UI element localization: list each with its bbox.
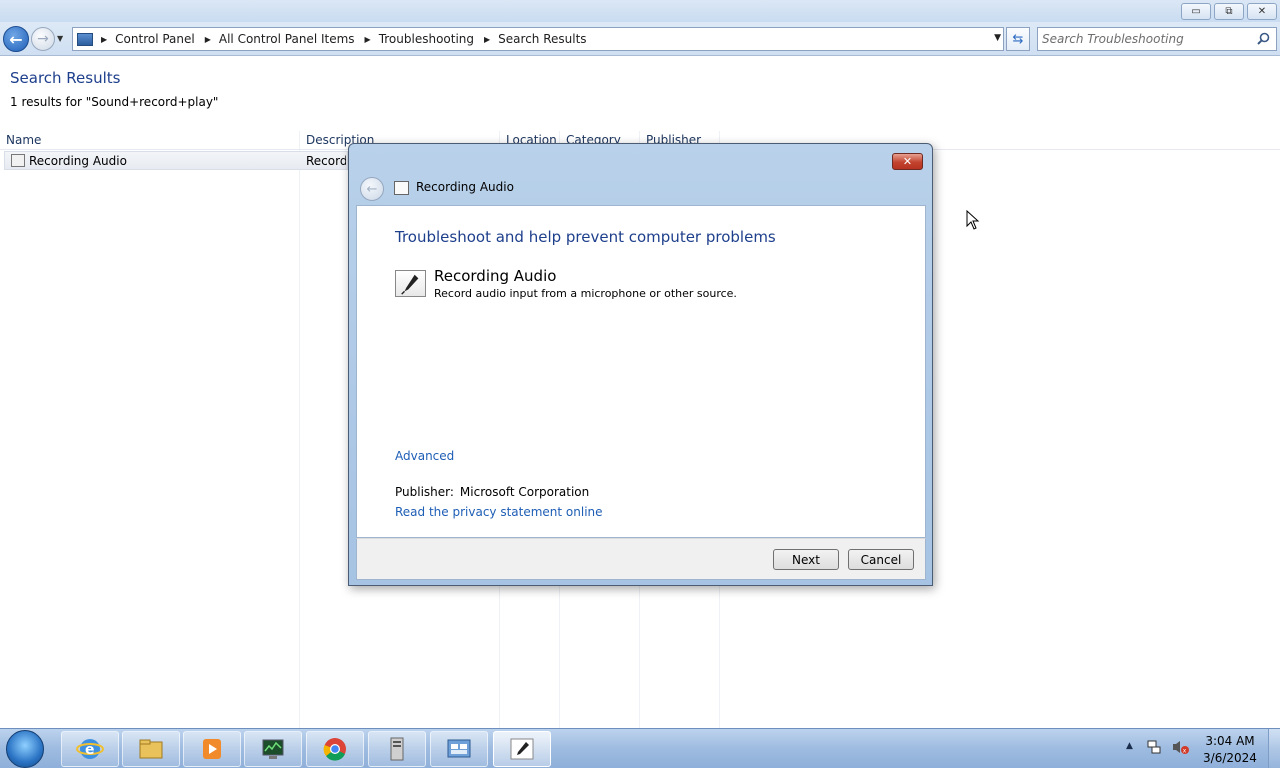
- show-hidden-icons-button[interactable]: ▲: [1126, 741, 1133, 751]
- troubleshooter-title: Recording Audio: [434, 267, 557, 285]
- address-toolbar: ← → ▼ ▶ Control Panel ▶ All Control Pane…: [0, 22, 1280, 56]
- row-name: Recording Audio: [29, 154, 127, 168]
- publisher-label: Publisher:: [395, 485, 454, 499]
- chevron-right-icon[interactable]: ▶: [365, 35, 371, 44]
- media-player-icon: [203, 739, 221, 759]
- taskbar-server-manager[interactable]: [368, 731, 426, 767]
- server-icon: [390, 737, 404, 761]
- chevron-down-icon: ▼: [57, 34, 64, 43]
- cancel-button[interactable]: Cancel: [848, 549, 914, 570]
- mouse-cursor-icon: [966, 210, 980, 230]
- restore-icon: ⧉: [1225, 6, 1233, 17]
- microphone-icon: [510, 738, 534, 760]
- breadcrumb-search-results[interactable]: Search Results: [498, 32, 586, 46]
- window-title-bar: ▭ ⧉ ✕: [0, 0, 1280, 22]
- column-header-name[interactable]: Name: [6, 133, 41, 147]
- page-title: Search Results: [10, 69, 121, 87]
- minimize-icon: ▭: [1191, 6, 1201, 17]
- address-field[interactable]: ▶ Control Panel ▶ All Control Panel Item…: [72, 27, 1004, 51]
- row-description: Record audio input from a microphone or …: [306, 154, 346, 168]
- dialog-back-button[interactable]: ←: [360, 177, 384, 201]
- monitor-icon: [262, 739, 284, 759]
- recent-pages-button[interactable]: ▼: [57, 34, 67, 44]
- search-box[interactable]: [1037, 27, 1277, 51]
- dialog-heading: Troubleshoot and help prevent computer p…: [395, 228, 776, 246]
- troubleshooter-dialog: ✕ ← Recording Audio Troubleshoot and hel…: [348, 143, 933, 586]
- start-button[interactable]: [6, 730, 44, 768]
- ie-icon: e: [76, 739, 104, 759]
- troubleshooter-description: Record audio input from a microphone or …: [434, 287, 737, 300]
- dialog-close-button[interactable]: ✕: [892, 153, 923, 170]
- search-icon[interactable]: [1257, 32, 1270, 45]
- forward-button[interactable]: →: [31, 27, 55, 51]
- refresh-button[interactable]: ⇆: [1006, 27, 1030, 51]
- svg-text:x: x: [1183, 748, 1187, 755]
- control-panel-icon: [447, 739, 471, 758]
- address-dropdown-icon[interactable]: ▼: [994, 33, 1001, 43]
- publisher-line: Publisher: Microsoft Corporation: [395, 485, 589, 499]
- show-desktop-button[interactable]: [1268, 729, 1280, 768]
- folder-icon: [139, 739, 163, 759]
- chrome-icon: [323, 738, 346, 761]
- dialog-footer: Next Cancel: [356, 538, 926, 580]
- clock-time[interactable]: 3:04 AM: [1200, 734, 1260, 748]
- taskbar-resource-monitor[interactable]: [244, 731, 302, 767]
- dialog-body: Troubleshoot and help prevent computer p…: [356, 205, 926, 538]
- taskbar-media-player[interactable]: [183, 731, 241, 767]
- volume-muted-icon[interactable]: x: [1171, 739, 1189, 755]
- publisher-value: Microsoft Corporation: [459, 485, 590, 499]
- close-icon: ✕: [1257, 6, 1267, 17]
- taskbar-internet-explorer[interactable]: e: [61, 731, 119, 767]
- back-arrow-icon: ←: [9, 29, 23, 49]
- results-count: 1 results for "Sound+record+play": [10, 95, 219, 109]
- minimize-button[interactable]: ▭: [1181, 3, 1211, 20]
- troubleshooter-icon: [11, 154, 25, 167]
- chevron-right-icon[interactable]: ▶: [484, 35, 490, 44]
- control-panel-icon: [77, 32, 93, 46]
- taskbar-control-panel[interactable]: [430, 731, 488, 767]
- back-button[interactable]: ←: [3, 26, 29, 52]
- close-window-button[interactable]: ✕: [1247, 3, 1277, 20]
- close-icon: ✕: [902, 155, 913, 168]
- svg-text:e: e: [85, 742, 95, 758]
- restore-button[interactable]: ⧉: [1214, 3, 1244, 20]
- back-arrow-icon: ←: [366, 181, 378, 197]
- table-row[interactable]: Recording Audio Record audio input from …: [4, 151, 348, 170]
- advanced-link[interactable]: Advanced: [395, 449, 454, 463]
- forward-arrow-icon: →: [37, 31, 49, 47]
- breadcrumb-control-panel[interactable]: Control Panel: [115, 32, 195, 46]
- next-button[interactable]: Next: [773, 549, 839, 570]
- column-divider: [299, 131, 300, 728]
- taskbar-troubleshooter[interactable]: [493, 731, 551, 767]
- refresh-icon: ⇆: [1012, 31, 1024, 47]
- microphone-icon: [395, 270, 426, 297]
- search-input[interactable]: [1042, 31, 1252, 47]
- clock-date[interactable]: 3/6/2024: [1200, 751, 1260, 765]
- chevron-right-icon[interactable]: ▶: [205, 35, 211, 44]
- network-icon[interactable]: [1146, 739, 1162, 755]
- chevron-right-icon: ▶: [101, 34, 108, 44]
- taskbar-chrome[interactable]: [306, 731, 364, 767]
- taskbar-file-explorer[interactable]: [122, 731, 180, 767]
- taskbar: e ▲ x 3:04 AM 3/6/2024: [0, 728, 1280, 768]
- privacy-statement-link[interactable]: Read the privacy statement online: [395, 505, 603, 519]
- breadcrumb-troubleshooting[interactable]: Troubleshooting: [379, 32, 474, 46]
- breadcrumb-all-items[interactable]: All Control Panel Items: [219, 32, 355, 46]
- dialog-caption: Recording Audio: [416, 180, 514, 194]
- microphone-icon: [394, 181, 409, 195]
